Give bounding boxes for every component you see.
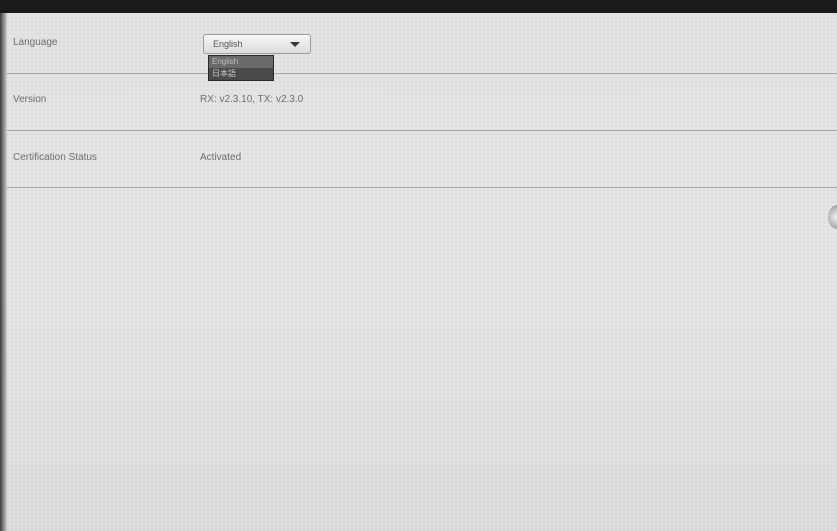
version-value: RX: v2.3.10, TX: v2.3.0 [200,94,304,105]
language-selected-value: English [213,39,243,49]
top-bezel [0,0,837,13]
left-bezel [0,13,7,531]
version-row: Version RX: v2.3.10, TX: v2.3.0 [7,73,837,131]
version-label: Version [13,94,47,105]
language-label: Language [13,37,58,48]
certification-label: Certification Status [13,152,97,163]
language-select[interactable]: English [203,34,311,54]
settings-panel: Language English English 日本語 Version RX:… [7,13,837,531]
certification-row: Certification Status Activated [7,130,837,188]
language-row: Language English English 日本語 [7,13,837,81]
chevron-down-icon [290,42,300,47]
device-screen: Language English English 日本語 Version RX:… [0,0,837,531]
certification-value: Activated [200,152,242,163]
language-option-english[interactable]: English [209,56,273,68]
